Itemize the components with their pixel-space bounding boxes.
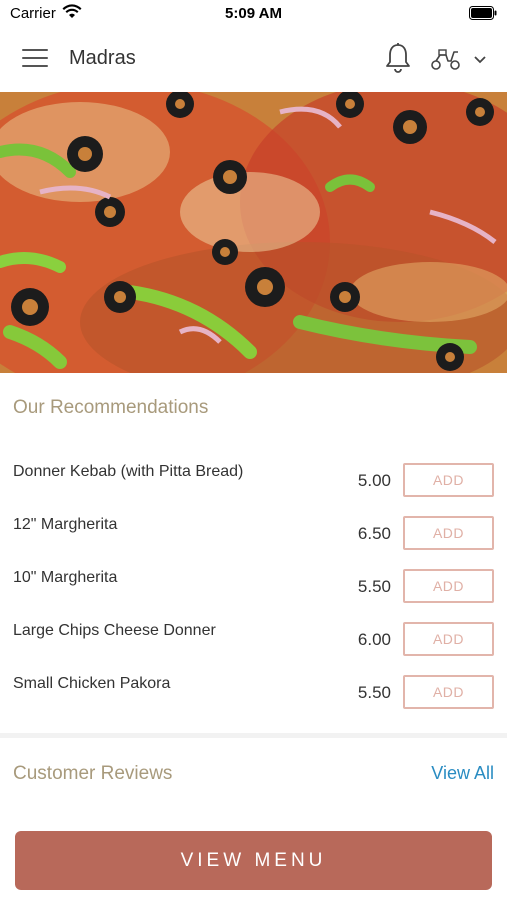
recommendations-title: Our Recommendations <box>13 397 209 418</box>
add-button[interactable]: ADD <box>403 675 494 709</box>
reviews-title: Customer Reviews <box>13 763 173 784</box>
view-all-link[interactable]: View All <box>431 763 494 784</box>
battery-icon <box>469 6 497 20</box>
add-button[interactable]: ADD <box>403 463 494 497</box>
menu-item: 10" Margherita 5.50 ADD <box>0 569 507 622</box>
item-price: 5.50 <box>357 683 391 702</box>
scooter-icon[interactable] <box>430 46 462 72</box>
section-divider <box>0 733 507 738</box>
menu-item: Large Chips Cheese Donner 6.00 ADD <box>0 622 507 675</box>
status-bar: Carrier 5:09 AM <box>0 0 507 28</box>
item-name: 12" Margherita <box>13 516 118 533</box>
item-price: 6.50 <box>357 524 391 543</box>
restaurant-title: Madras <box>69 47 136 69</box>
item-price: 6.00 <box>357 630 391 649</box>
add-button[interactable]: ADD <box>403 622 494 656</box>
menu-item: 12" Margherita 6.50 ADD <box>0 516 507 569</box>
item-price: 5.00 <box>357 471 391 490</box>
add-button[interactable]: ADD <box>403 516 494 550</box>
item-price: 5.50 <box>357 577 391 596</box>
menu-item: Small Chicken Pakora 5.50 ADD <box>0 675 507 728</box>
add-button[interactable]: ADD <box>403 569 494 603</box>
bell-icon[interactable] <box>384 42 412 74</box>
item-name: 10" Margherita <box>13 569 118 586</box>
pizza-hero-image <box>0 92 507 373</box>
nav-bar: Madras <box>0 28 507 92</box>
menu-icon[interactable] <box>22 49 48 71</box>
view-menu-button[interactable]: VIEW MENU <box>15 831 492 890</box>
pizza-illustration <box>0 92 507 373</box>
chevron-down-icon[interactable] <box>472 52 488 66</box>
item-name: Small Chicken Pakora <box>13 675 171 692</box>
item-name: Donner Kebab (with Pitta Bread) <box>13 463 244 480</box>
item-name: Large Chips Cheese Donner <box>13 622 216 639</box>
menu-item: Donner Kebab (with Pitta Bread) 5.00 ADD <box>0 463 507 516</box>
clock: 5:09 AM <box>225 5 282 22</box>
